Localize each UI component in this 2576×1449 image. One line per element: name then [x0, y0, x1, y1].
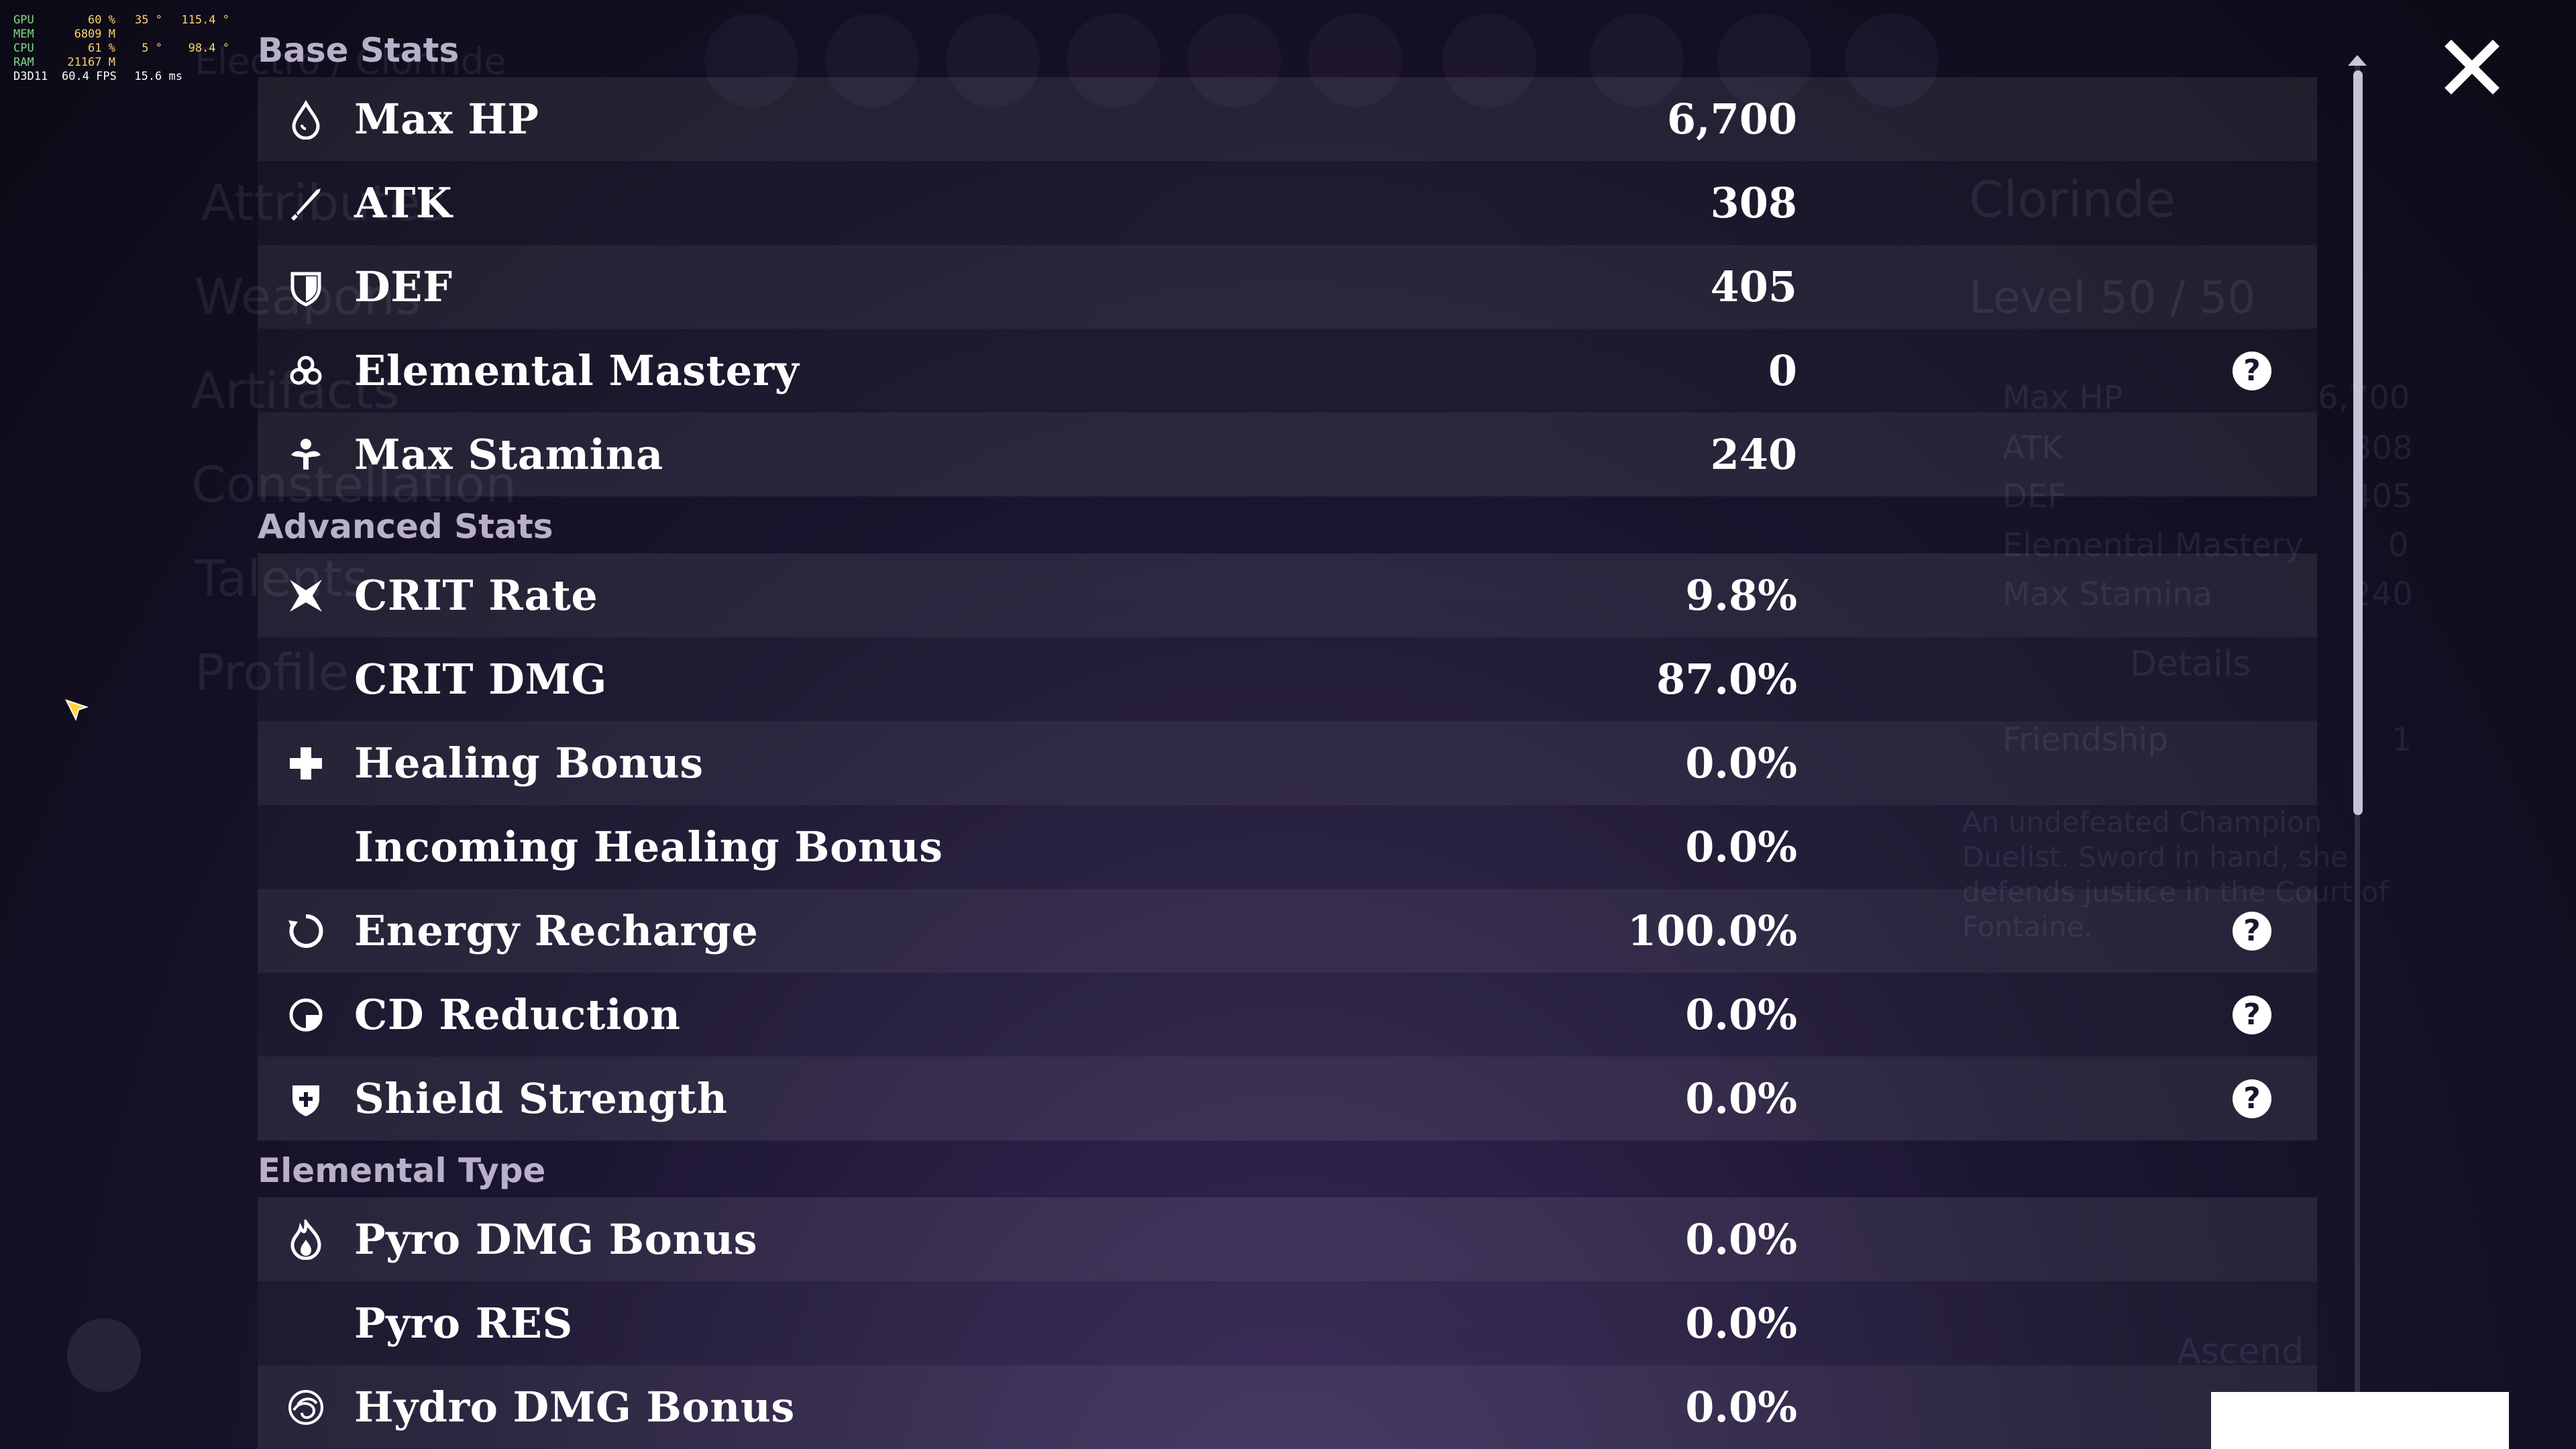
stat-label: Max HP [354, 95, 539, 144]
hud-value: 61 % [88, 42, 115, 55]
stat-label: Healing Bonus [354, 739, 704, 788]
stat-row: Max Stamina 240 [258, 413, 2317, 496]
hud-row: RAM 21167 M [13, 56, 229, 70]
empty-icon-slot [284, 826, 327, 869]
stat-label: Elemental Mastery [354, 346, 800, 395]
hud-key: RAM [13, 56, 34, 69]
hud-value: 98.4 ° [188, 42, 229, 55]
help-icon[interactable]: ? [2233, 1079, 2271, 1118]
hydro-icon [284, 1386, 327, 1429]
hud-value: 6809 M [74, 28, 115, 41]
stat-row: CRIT DMG 87.0% [258, 637, 2317, 721]
hp-drop-icon [284, 98, 327, 141]
bg-stat-value: 6,700 [2318, 379, 2410, 417]
hud-value: 35 ° [135, 13, 162, 27]
pyro-icon [284, 1218, 327, 1261]
mastery-icon [284, 350, 327, 392]
bg-stat-value: 0 [2388, 527, 2409, 564]
shield-strength-icon [284, 1077, 327, 1120]
stat-row: Hydro DMG Bonus 0.0% [258, 1365, 2317, 1449]
menu-grid-button[interactable] [67, 1318, 141, 1392]
stat-row: Healing Bonus 0.0% [258, 721, 2317, 805]
close-button[interactable] [2442, 37, 2502, 97]
stat-row: CD Reduction 0.0% ? [258, 973, 2317, 1057]
performance-overlay: GPU 60 % 35 ° 115.4 ° MEM 6809 M CPU 61 % 5 ° 9… [13, 13, 229, 84]
shield-icon [284, 266, 327, 309]
stamina-icon [284, 433, 327, 476]
section-title-advanced: Advanced Stats [258, 507, 553, 546]
scrollbar-thumb[interactable] [2353, 70, 2363, 815]
stat-value: 0 [1768, 346, 1797, 395]
stat-value: 6,700 [1666, 95, 1797, 144]
mouse-cursor-icon [65, 699, 89, 721]
help-icon[interactable]: ? [2233, 995, 2271, 1034]
stat-label: CRIT DMG [354, 655, 607, 704]
stat-row: ATK 308 [258, 161, 2317, 245]
hud-value: 60.4 FPS [62, 70, 117, 83]
hud-value: 60 % [88, 13, 115, 27]
help-icon[interactable]: ? [2233, 911, 2271, 951]
stats-details-panel: Base Stats Max HP 6,700 ATK 308 DEF 405 … [258, 23, 2317, 1449]
hud-value: 15.6 ms [134, 70, 182, 83]
cd-icon [284, 994, 327, 1036]
hud-row: CPU 61 % 5 ° 98.4 ° [13, 42, 229, 56]
stat-label: Hydro DMG Bonus [354, 1383, 795, 1432]
section-title-elemental: Elemental Type [258, 1151, 546, 1190]
stat-value: 0.0% [1685, 1299, 1797, 1348]
hud-value: 115.4 ° [181, 13, 229, 27]
hud-key: MEM [13, 28, 34, 41]
stat-row: Pyro DMG Bonus 0.0% [258, 1197, 2317, 1281]
stat-label: Incoming Healing Bonus [354, 822, 943, 871]
stat-label: ATK [354, 178, 453, 227]
stat-value: 9.8% [1685, 571, 1797, 620]
stat-value: 0.0% [1685, 1383, 1797, 1432]
hud-key: CPU [13, 42, 34, 55]
sword-icon [284, 182, 327, 225]
stat-label: Pyro DMG Bonus [354, 1215, 757, 1264]
hud-row: D3D11 60.4 FPS 15.6 ms [13, 70, 229, 84]
stat-label: CRIT Rate [354, 571, 598, 620]
help-icon[interactable]: ? [2233, 351, 2271, 390]
stat-value: 0.0% [1685, 739, 1797, 788]
hud-value: 21167 M [67, 56, 115, 69]
stat-row: Elemental Mastery 0 ? [258, 329, 2317, 413]
empty-icon-slot [284, 1302, 327, 1345]
stat-value: 0.0% [1685, 1215, 1797, 1264]
bg-friendship-value: 1 [2392, 721, 2412, 759]
hud-value: 5 ° [142, 42, 162, 55]
stat-value: 100.0% [1627, 906, 1797, 955]
section-title-base: Base Stats [258, 31, 460, 70]
close-icon [2445, 40, 2500, 95]
stat-value: 0.0% [1685, 990, 1797, 1039]
stat-row: DEF 405 [258, 245, 2317, 329]
stat-value: 405 [1710, 262, 1797, 311]
stat-row: Shield Strength 0.0% ? [258, 1057, 2317, 1140]
stat-value: 0.0% [1685, 822, 1797, 871]
stat-label: Energy Recharge [354, 906, 759, 955]
stat-row: Incoming Healing Bonus 0.0% [258, 805, 2317, 889]
stat-label: Max Stamina [354, 430, 663, 479]
stat-row: Pyro RES 0.0% [258, 1281, 2317, 1365]
stat-row: CRIT Rate 9.8% [258, 553, 2317, 637]
stat-label: CD Reduction [354, 990, 681, 1039]
white-overlay-box [2211, 1392, 2509, 1449]
stat-value: 87.0% [1656, 655, 1797, 704]
stat-row: Energy Recharge 100.0% ? [258, 889, 2317, 973]
energy-icon [284, 910, 327, 953]
stat-value: 240 [1710, 430, 1797, 479]
stat-label: Shield Strength [354, 1074, 728, 1123]
stat-row: Max HP 6,700 [258, 77, 2317, 161]
crit-icon [284, 574, 327, 617]
stat-label: Pyro RES [354, 1299, 573, 1348]
hud-row: GPU 60 % 35 ° 115.4 ° [13, 13, 229, 28]
stat-value: 0.0% [1685, 1074, 1797, 1123]
plus-icon [284, 742, 327, 785]
hud-row: MEM 6809 M [13, 28, 229, 42]
stat-label: DEF [354, 262, 453, 311]
hud-key: D3D11 [13, 70, 48, 83]
stat-value: 308 [1710, 178, 1797, 227]
empty-icon-slot [284, 658, 327, 701]
hud-key: GPU [13, 13, 34, 27]
